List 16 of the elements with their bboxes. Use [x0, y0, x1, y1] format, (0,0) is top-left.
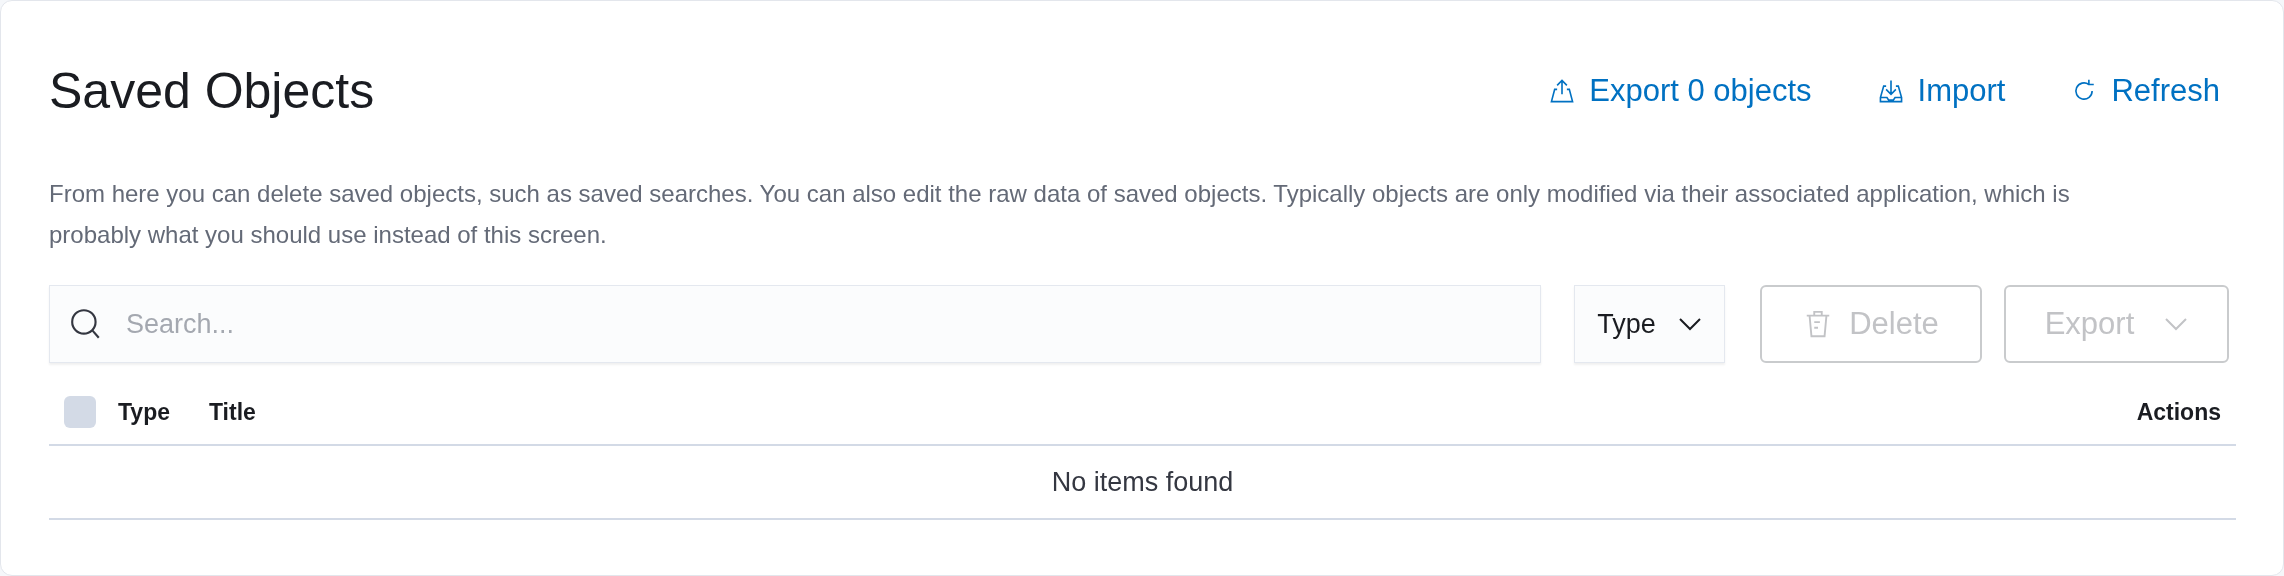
- download-icon: [1877, 78, 1904, 104]
- header-link[interactable]: Export 0 objects: [1549, 67, 1812, 115]
- type-filter[interactable]: Type: [1574, 285, 1725, 363]
- page-title: Saved Objects: [49, 66, 375, 116]
- chevron-down-icon: [2164, 317, 2189, 331]
- search-field[interactable]: Search...: [49, 285, 1541, 363]
- upload-icon: [1549, 78, 1576, 104]
- column-header[interactable]: Type: [118, 394, 170, 430]
- empty-message: No items found: [1051, 465, 1234, 499]
- column-header[interactable]: Title: [209, 394, 2137, 430]
- description-text: From here you can delete saved objects, such as saved searches. You can also edit the raw data of saved objects. Typically objects are only modified via their associated application, which is probably what you should use instead of this screen.: [49, 179, 2071, 250]
- column-header: Actions: [2136, 397, 2221, 427]
- select-all-checkbox[interactable]: [64, 396, 96, 428]
- chevron-down-icon: [1677, 317, 1702, 331]
- header-link[interactable]: Refresh: [2071, 67, 2220, 115]
- header-link[interactable]: Import: [1877, 67, 2006, 115]
